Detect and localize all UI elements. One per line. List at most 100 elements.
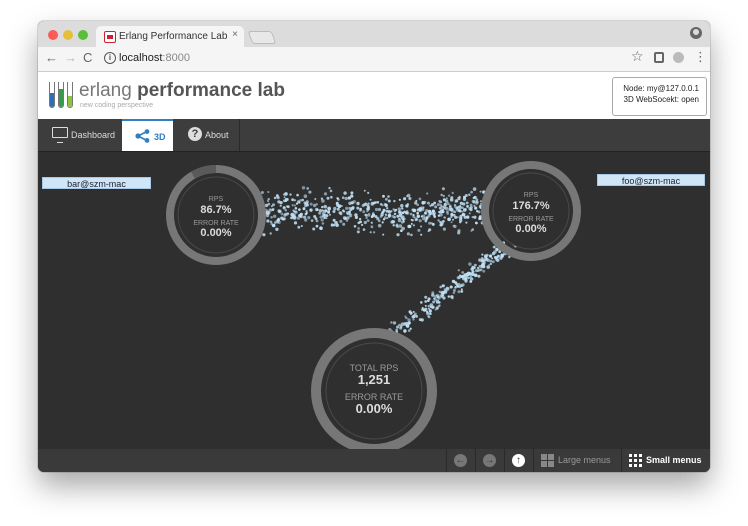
particle — [460, 214, 463, 218]
particle-stream — [258, 186, 517, 338]
browser-window: Erlang Performance Lab - erla × ← → C i … — [38, 21, 710, 472]
particle — [359, 207, 362, 211]
profile-icon[interactable] — [690, 27, 702, 39]
particle — [358, 217, 362, 221]
particle — [342, 209, 345, 212]
particle — [280, 212, 284, 216]
particle — [438, 211, 441, 213]
particle — [429, 303, 434, 307]
particle — [391, 214, 395, 218]
erlang-favicon-icon — [104, 31, 116, 43]
forward-nav-button[interactable]: → — [475, 449, 504, 472]
particle — [433, 215, 437, 218]
particle — [474, 263, 477, 267]
particle — [333, 206, 337, 211]
particle — [304, 218, 308, 222]
particle — [350, 191, 354, 195]
particle — [289, 193, 292, 196]
particle — [430, 222, 433, 225]
particle — [376, 217, 380, 221]
particle — [382, 208, 386, 212]
tab-3d[interactable]: 3D — [122, 119, 173, 151]
particle — [276, 196, 280, 200]
node-foo-gauge[interactable]: RPS 176.7% ERROR RATE 0.00% — [481, 161, 581, 261]
browser-tab[interactable]: Erlang Performance Lab - erla × — [96, 26, 244, 47]
particle — [270, 216, 273, 219]
particle — [481, 253, 484, 256]
back-nav-button[interactable]: ← — [446, 449, 475, 472]
particle — [295, 202, 299, 205]
new-tab-button[interactable] — [247, 31, 277, 44]
particle — [367, 202, 370, 205]
particle — [283, 196, 286, 199]
3d-visualization[interactable]: RPS 86.7% ERROR RATE 0.00% RPS 176.7% ER… — [38, 152, 710, 449]
particle — [403, 329, 407, 333]
particle — [314, 217, 318, 220]
particle — [285, 212, 289, 216]
particle — [452, 218, 454, 221]
particle — [441, 284, 445, 288]
particle — [407, 224, 411, 229]
large-menus-button[interactable]: Large menus — [533, 449, 621, 472]
particle — [460, 288, 463, 291]
share-icon — [135, 129, 150, 143]
particle — [342, 216, 347, 220]
tab-close-icon[interactable]: × — [232, 29, 238, 40]
particle — [278, 209, 282, 213]
particle — [442, 194, 445, 198]
particle — [442, 220, 445, 223]
particle — [428, 228, 432, 232]
tab-about-label: About — [205, 130, 229, 140]
forward-button[interactable]: → — [64, 51, 77, 65]
particle — [438, 200, 441, 203]
reload-button[interactable]: C — [83, 51, 92, 65]
node-graph[interactable]: RPS 86.7% ERROR RATE 0.00% RPS 176.7% ER… — [38, 152, 710, 449]
particle — [418, 219, 422, 223]
particle — [463, 208, 467, 212]
total-gauge[interactable]: TOTAL RPS 1,251 ERROR RATE 0.00% — [311, 328, 437, 449]
node-bar-gauge[interactable]: RPS 86.7% ERROR RATE 0.00% — [166, 165, 266, 265]
particle — [298, 201, 301, 204]
node-label-foo[interactable]: foo@szm-mac — [597, 174, 705, 186]
extension-icon[interactable] — [654, 52, 664, 63]
maximize-window-button[interactable] — [78, 30, 88, 40]
particle — [462, 197, 467, 201]
particle — [450, 196, 453, 199]
particle — [373, 201, 376, 205]
particle — [445, 286, 448, 289]
particle — [271, 223, 276, 228]
particle — [454, 280, 457, 284]
bookmark-star-icon[interactable]: ☆ — [631, 48, 644, 64]
particle — [382, 218, 386, 221]
particle — [269, 232, 272, 235]
particle — [427, 201, 430, 205]
small-menus-button[interactable]: Small menus — [621, 449, 710, 472]
particle — [454, 204, 456, 206]
minimize-window-button[interactable] — [63, 30, 73, 40]
particle — [291, 204, 294, 207]
particle — [433, 201, 436, 205]
particle — [417, 228, 421, 232]
tab-about[interactable]: ? About — [173, 119, 240, 151]
url-text[interactable]: localhost:8000 — [119, 52, 190, 64]
particle — [387, 209, 391, 213]
address-bar[interactable]: i localhost:8000 — [102, 50, 647, 67]
particle — [448, 207, 451, 211]
particle — [491, 260, 495, 264]
browser-menu-icon[interactable]: ⋮ — [694, 50, 707, 64]
site-info-icon[interactable]: i — [104, 52, 116, 64]
particle — [457, 275, 461, 280]
node-label-bar[interactable]: bar@szm-mac — [42, 177, 151, 189]
back-button[interactable]: ← — [45, 51, 58, 65]
tab-dashboard[interactable]: Dashboard — [38, 119, 122, 151]
particle — [271, 208, 275, 212]
particle — [327, 206, 332, 211]
particle — [367, 191, 370, 194]
close-window-button[interactable] — [48, 30, 58, 40]
particle — [437, 219, 440, 222]
extension-cloud-icon[interactable] — [673, 52, 684, 63]
particle — [475, 201, 479, 205]
up-nav-button[interactable]: ↑ — [504, 449, 533, 472]
monitor-icon — [52, 127, 68, 143]
foo-error-value: 0.00% — [515, 223, 546, 235]
